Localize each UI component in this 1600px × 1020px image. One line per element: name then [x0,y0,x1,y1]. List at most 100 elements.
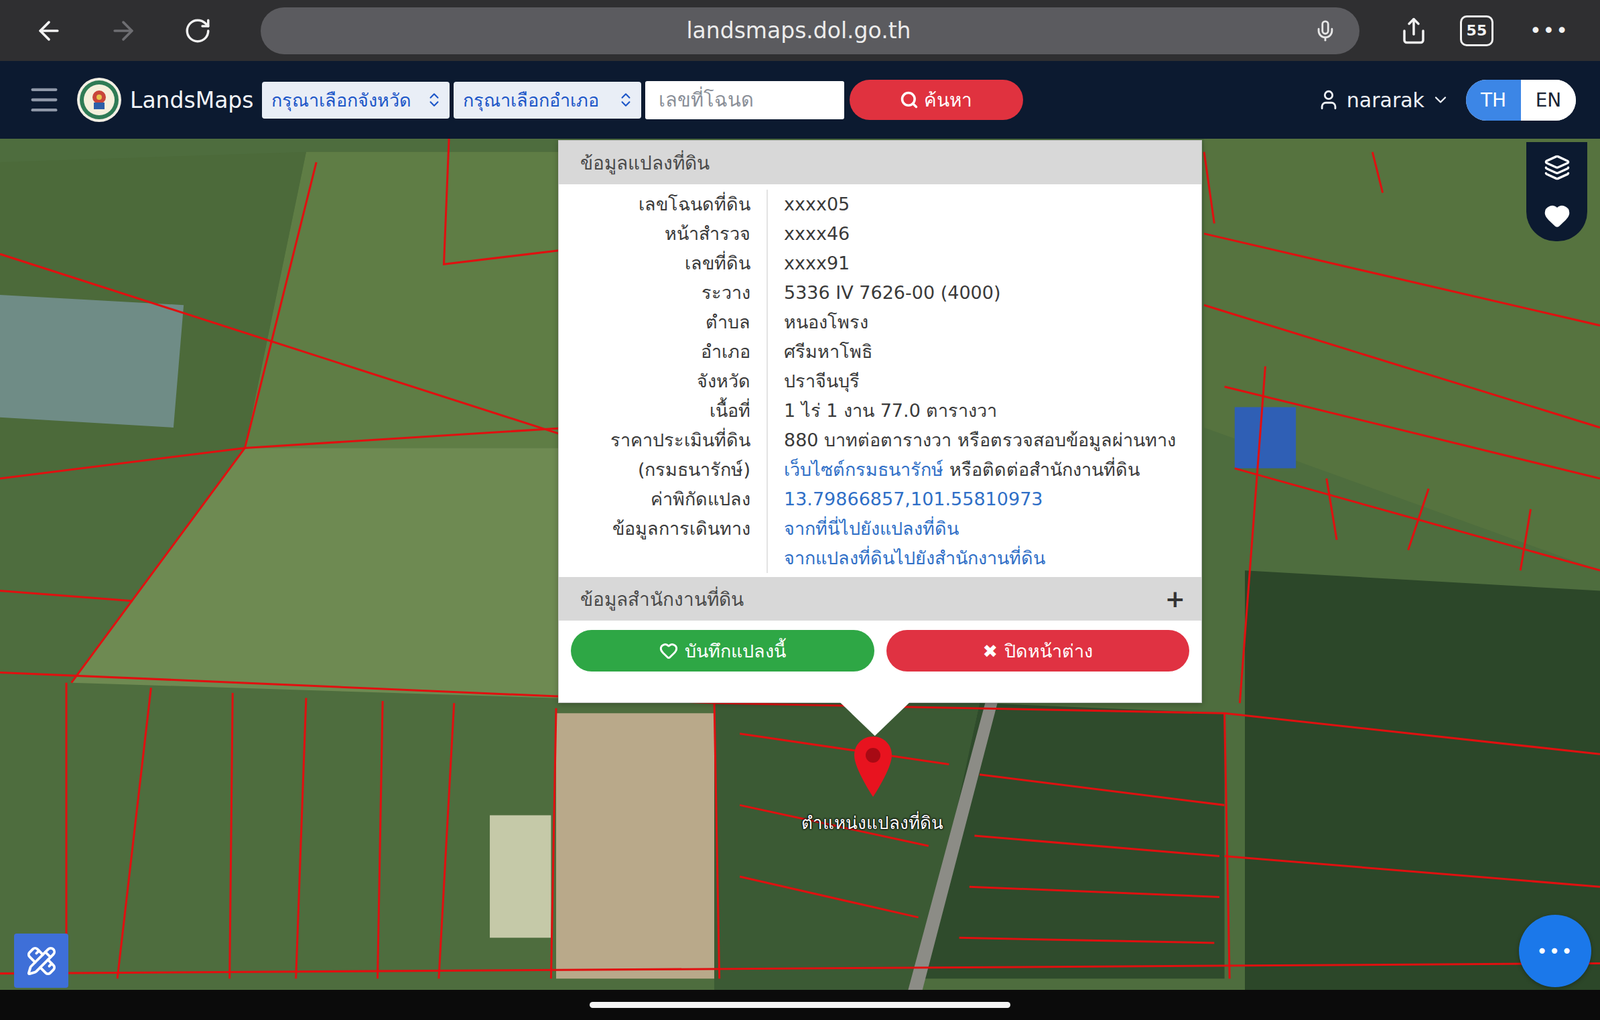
chevron-down-icon [1431,90,1450,110]
info-link[interactable]: จากแปลงที่ดินไปยังสำนักงานที่ดิน [783,547,1046,569]
select-chevron-icon [425,91,443,109]
parcel-info-popup: ข้อมูลแปลงที่ดินเลขโฉนดที่ดินxxxx05หน้าส… [558,140,1203,703]
info-label: จังหวัด [558,366,768,396]
info-row: จังหวัด ปราจีนบุรี [558,366,1202,396]
popup-button[interactable]: ✖ปิดหน้าต่าง [886,629,1190,672]
info-text: xxxx46 [783,223,850,244]
app-navbar: LandsMaps กรุณาเลือกจังหวัดกรุณาเลือกอำเภ… [0,60,1600,139]
info-row: ระวาง5336 IV 7626-00 (4000) [558,278,1202,308]
reload-icon [183,16,212,45]
info-row: ข้อมูลการเดินทางจากที่นี่ไปยังแปลงที่ดิน… [558,513,1202,573]
select-dropdown[interactable]: กรุณาเลือกจังหวัด [261,81,450,119]
expand-toggle[interactable]: + [1165,584,1186,613]
user-icon [1317,88,1341,112]
info-text: หรือติดต่อสำนักงานที่ดิน [943,458,1140,480]
app: landsmaps.dol.go.th 55 ••• LandsMaps กรุณาเล… [0,0,1600,1020]
info-label: เนื้อที่ [558,395,768,426]
heart-icon [659,641,679,660]
info-text: 1 ไร่ 1 งาน 77.0 ตารางวา [783,400,997,421]
info-value: จากที่นี่ไปยังแปลงที่ดินจากแปลงที่ดินไปย… [767,513,1202,573]
info-text: xxxx91 [783,252,850,274]
measure-tool-button[interactable] [14,933,69,988]
info-link[interactable]: 13.79866857,101.55810973 [783,488,1044,510]
info-value: 13.79866857,101.55810973 [767,484,1202,514]
more-button[interactable]: ••• [1525,18,1574,43]
tab-count[interactable]: 55 [1459,15,1494,47]
app-name: LandsMaps [129,87,254,114]
info-row: เนื้อที่ 1 ไร่ 1 งาน 77.0 ตารางวา [558,395,1202,426]
browser-actions: 55 ••• [1399,15,1574,47]
address-bar[interactable]: landsmaps.dol.go.th [260,7,1360,55]
popup-button[interactable]: บันทึกแปลงนี้ [570,629,875,672]
info-text: ปราจีนบุรี [783,370,860,392]
menu-button[interactable] [26,82,62,118]
microphone-icon[interactable] [1313,19,1337,43]
dol-logo-icon [76,77,122,123]
browser-toolbar: landsmaps.dol.go.th 55 ••• [0,0,1600,61]
info-value: ปราจีนบุรี [767,366,1202,396]
back-arrow-icon [34,16,64,46]
info-label: ระวาง [558,278,768,308]
info-label: หน้าสำรวจ [558,219,768,249]
info-row: ค่าพิกัดแปลง 13.79866857,101.55810973 [558,484,1202,514]
map-pin-icon[interactable] [852,735,894,798]
info-value: 880 บาทต่อตารางวา หรือตรวจสอบข้อมูลผ่านท… [767,425,1202,485]
info-row: เลขที่ดิน xxxx91 [558,248,1202,279]
share-icon[interactable] [1399,16,1428,45]
info-label: อำเภอ [558,337,768,367]
search-icon [899,90,919,110]
forward-arrow-icon [108,16,139,46]
close-icon: ✖ [982,640,998,662]
info-row: หน้าสำรวจ xxxx46 [558,219,1202,249]
select-chevron-icon [617,91,635,109]
back-button[interactable] [25,7,73,55]
deed-number-input[interactable] [645,81,845,120]
favorite-heart-icon[interactable] [1543,202,1571,230]
user-menu[interactable]: nararak [1317,88,1450,112]
language-button[interactable]: TH [1465,79,1521,121]
info-value: xxxx05 [767,189,1202,220]
bottom-bar [0,989,1600,1020]
info-link[interactable]: เว็บไซต์กรมธนารักษ์ [783,458,944,480]
info-value: หนองโพรง [767,307,1202,338]
info-text: ศรีมหาโพธิ [783,341,873,362]
info-row: เลขโฉนดที่ดินxxxx05 [558,189,1202,220]
info-value: 5336 IV 7626-00 (4000) [767,278,1202,308]
language-button[interactable]: EN [1520,79,1576,121]
pencil-ruler-icon [26,945,57,977]
search-button[interactable]: ค้นหา [849,79,1024,120]
info-text: หนองโพรง [783,311,869,333]
layers-icon[interactable] [1543,154,1571,181]
office-section-header[interactable]: ข้อมูลสำนักงานที่ดิน+ [558,576,1202,621]
hamburger-icon [26,82,62,118]
info-label: ค่าพิกัดแปลง [558,484,768,514]
info-rows: เลขโฉนดที่ดินxxxx05หน้าสำรวจ xxxx46 เลขที่… [558,184,1202,577]
info-row: อำเภอ ศรีมหาโพธิ [558,337,1202,367]
info-row: ราคาประเมินที่ดิน(กรมธนารักษ์)880 บาทต่อ… [558,425,1202,485]
info-value: xxxx46 [767,219,1202,249]
info-value: xxxx91 [767,248,1202,279]
popup-arrow [839,702,910,736]
map-side-panel [1526,142,1588,242]
pin-label: ตำแหน่งแปลงที่ดิน [801,808,944,837]
reload-button[interactable] [174,7,222,55]
info-text: 880 บาทต่อตารางวา หรือตรวจสอบข้อมูลผ่านท… [783,429,1176,451]
logo[interactable] [76,77,122,123]
info-label: ตำบล [558,307,768,338]
info-row: ตำบล หนองโพรง [558,307,1202,338]
url-text: landsmaps.dol.go.th [283,17,1314,44]
select-dropdown[interactable]: กรุณาเลือกอำเภอ [453,81,642,119]
parcel-pin[interactable] [852,735,894,798]
more-fab[interactable]: ••• [1518,914,1592,987]
info-link[interactable]: จากที่นี่ไปยังแปลงที่ดิน [783,517,959,539]
language-toggle: THEN [1465,79,1576,121]
info-label: ข้อมูลการเดินทาง [558,513,768,573]
popup-header: ข้อมูลแปลงที่ดิน [558,140,1202,185]
forward-button[interactable] [99,7,147,55]
info-label: เลขโฉนดที่ดิน [558,189,768,220]
popup-buttons: บันทึกแปลงนี้ ✖ปิดหน้าต่าง [558,620,1202,672]
home-indicator[interactable] [589,1001,1011,1008]
info-value: 1 ไร่ 1 งาน 77.0 ตารางวา [767,395,1202,426]
info-label: เลขที่ดิน [558,248,768,279]
map-area: ตำแหน่งแปลงที่ดิน ••• ข้อมูลแปลงที่ดินเลขโ… [0,138,1600,990]
